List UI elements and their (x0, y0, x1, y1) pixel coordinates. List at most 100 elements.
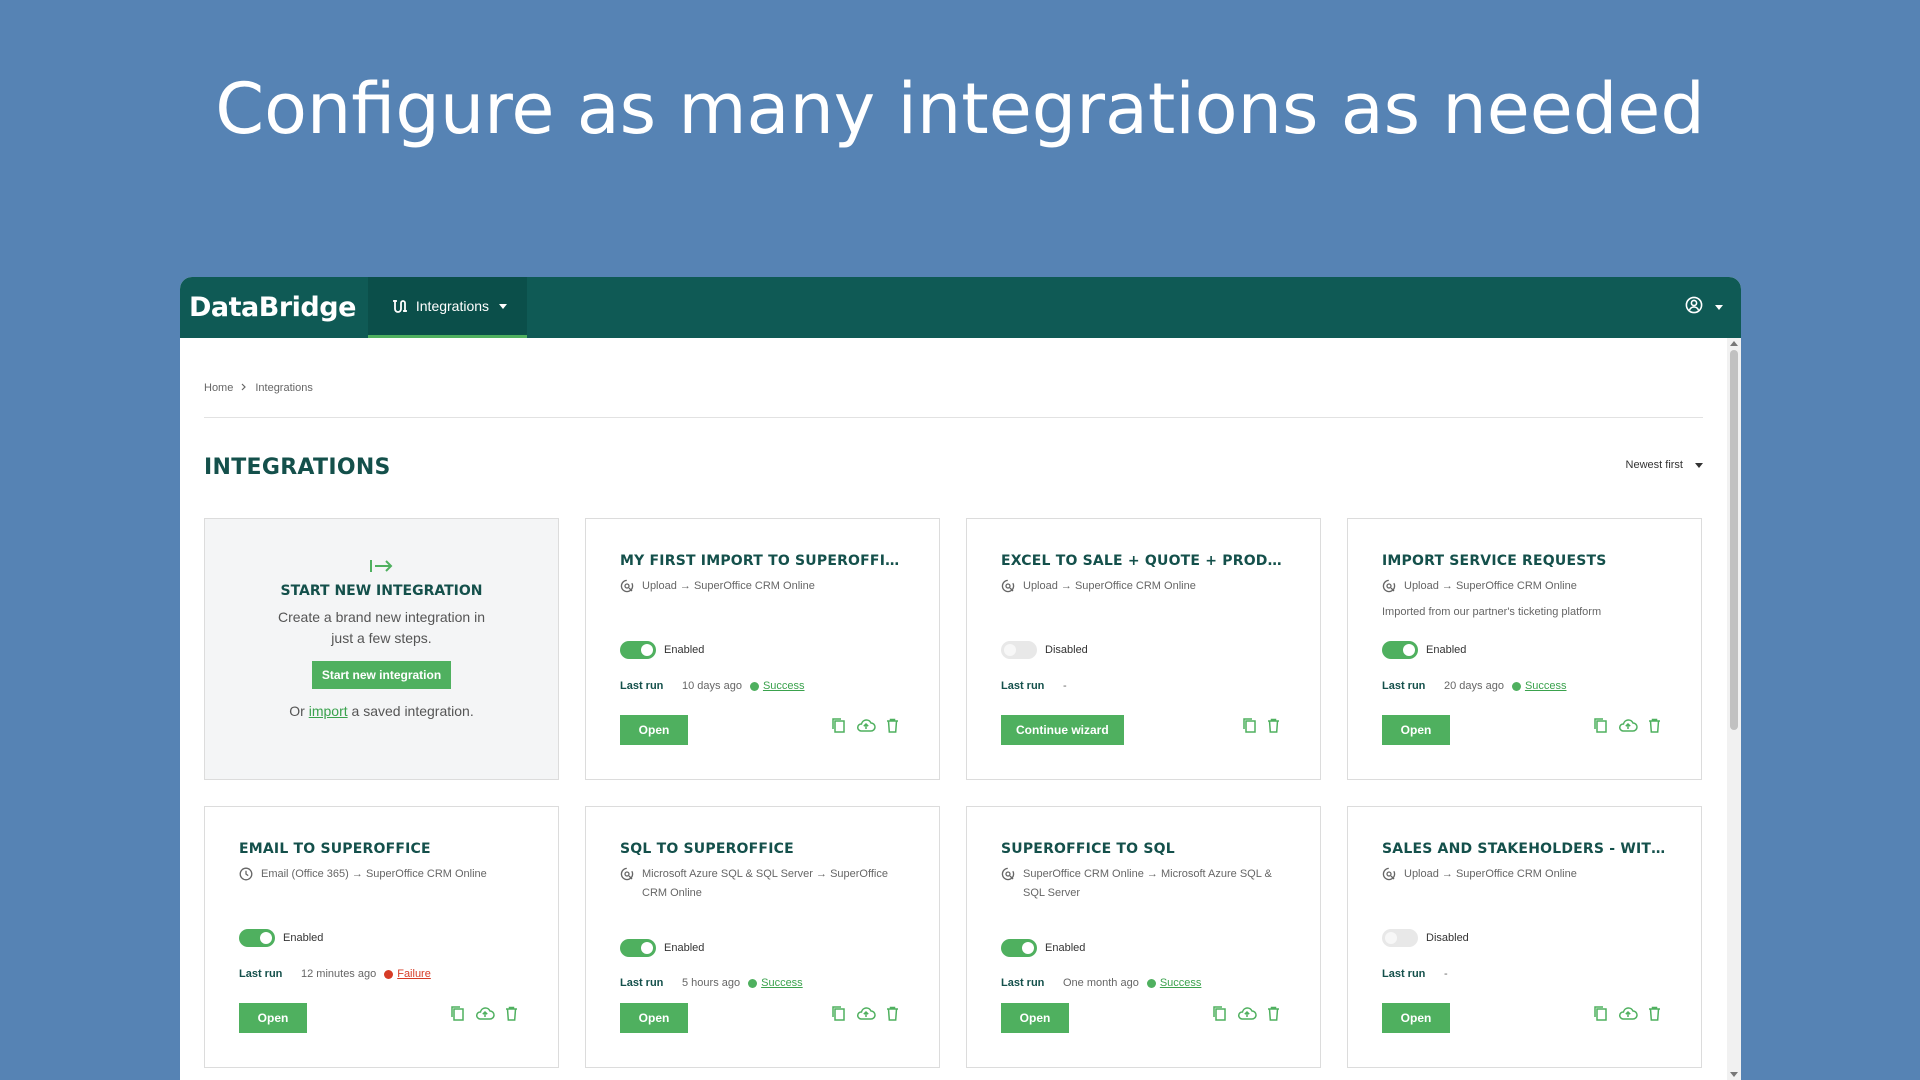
status-row: Disabled (1001, 641, 1088, 659)
last-run-time: 5 hours ago (682, 977, 741, 989)
last-run-label: Last run (1382, 680, 1426, 692)
cloud-upload-icon[interactable] (1618, 1006, 1638, 1026)
last-run-label: Last run (239, 968, 283, 980)
vertical-scrollbar[interactable] (1727, 338, 1741, 1080)
source-text: Upload → SuperOffice CRM Online (1023, 580, 1196, 592)
copy-icon[interactable] (831, 1005, 846, 1027)
integration-title[interactable]: SQL TO SUPEROFFICE (620, 841, 905, 857)
status-label: Disabled (1045, 644, 1088, 656)
last-run-result-link[interactable]: Success (763, 680, 805, 692)
import-link[interactable]: import (309, 703, 348, 719)
open-button[interactable]: Open (239, 1003, 307, 1033)
copy-icon[interactable] (1242, 717, 1257, 739)
status-dot (1146, 978, 1156, 988)
source-text: Email (Office 365) → SuperOffice CRM Onl… (261, 868, 487, 880)
trash-icon[interactable] (1267, 718, 1280, 738)
last-run-time: - (1444, 968, 1448, 980)
enabled-toggle[interactable] (1001, 641, 1037, 659)
trash-icon[interactable] (886, 718, 899, 738)
breadcrumb-home[interactable]: Home (204, 382, 233, 394)
integration-title[interactable]: EXCEL TO SALE + QUOTE + PRODUCT (1001, 553, 1286, 569)
status-row: Disabled (1382, 929, 1469, 947)
upload-icon (1001, 577, 1015, 600)
status-label: Enabled (283, 932, 324, 944)
last-run-result-link[interactable]: Success (761, 977, 803, 989)
copy-icon[interactable] (450, 1005, 465, 1027)
integration-title[interactable]: IMPORT SERVICE REQUESTS (1382, 553, 1667, 569)
status-dot (384, 969, 394, 979)
last-run-label: Last run (1382, 968, 1426, 980)
copy-icon[interactable] (831, 717, 846, 739)
status-dot (749, 681, 759, 691)
last-run-label: Last run (1001, 977, 1045, 989)
last-run-result-link[interactable]: Success (1525, 680, 1567, 692)
integration-title[interactable]: SUPEROFFICE TO SQL (1001, 841, 1286, 857)
integration-title[interactable]: SALES AND STAKEHOLDERS - WITH... (1382, 841, 1667, 857)
trash-icon[interactable] (1267, 1006, 1280, 1026)
open-button[interactable]: Open (620, 715, 688, 745)
enabled-toggle[interactable] (1382, 929, 1418, 947)
sort-selected-value: Newest first (1625, 459, 1683, 471)
last-run-label: Last run (1001, 680, 1045, 692)
last-run-result-link[interactable]: Success (1160, 977, 1202, 989)
source-text: Microsoft Azure SQL & SQL Server → Super… (642, 868, 888, 899)
status-dot (1511, 681, 1521, 691)
enabled-toggle[interactable] (620, 939, 656, 957)
open-button[interactable]: Open (620, 1003, 688, 1033)
copy-icon[interactable] (1593, 1005, 1608, 1027)
open-button[interactable]: Open (1382, 1003, 1450, 1033)
user-menu[interactable] (1685, 277, 1723, 338)
last-run-row: Last run - (1382, 968, 1456, 980)
copy-icon[interactable] (1593, 717, 1608, 739)
integration-title[interactable]: EMAIL TO SUPEROFFICE (239, 841, 524, 857)
upload-icon (1382, 577, 1396, 600)
open-button[interactable]: Open (1382, 715, 1450, 745)
sort-dropdown[interactable]: Newest first (1626, 459, 1703, 471)
caret-down-icon (1695, 462, 1703, 468)
source-text: Upload → SuperOffice CRM Online (1404, 868, 1577, 880)
status-label: Enabled (1426, 644, 1467, 656)
copy-icon[interactable] (1212, 1005, 1227, 1027)
status-row: Enabled (1382, 641, 1466, 659)
enabled-toggle[interactable] (620, 641, 656, 659)
integration-card: MY FIRST IMPORT TO SUPEROFFICE ... Upload… (585, 518, 940, 780)
cloud-upload-icon[interactable] (1237, 1006, 1257, 1026)
last-run-time: 10 days ago (682, 680, 742, 692)
status-row: Enabled (1001, 939, 1085, 957)
open-button[interactable]: Open (1001, 1003, 1069, 1033)
trash-icon[interactable] (505, 1006, 518, 1026)
start-new-integration-button[interactable]: Start new integration (311, 661, 452, 689)
card-actions (1593, 717, 1661, 739)
cloud-upload-icon[interactable] (475, 1006, 495, 1026)
integration-source: Email (Office 365) → SuperOffice CRM Onl… (239, 865, 524, 888)
last-run-row: Last run 10 days ago Success (620, 680, 805, 692)
trash-icon[interactable] (886, 1006, 899, 1026)
sync-icon (1001, 865, 1015, 888)
enabled-toggle[interactable] (1382, 641, 1418, 659)
last-run-time: 20 days ago (1444, 680, 1504, 692)
integration-title[interactable]: MY FIRST IMPORT TO SUPEROFFICE ... (620, 553, 905, 569)
status-row: Enabled (620, 939, 704, 957)
last-run-row: Last run 5 hours ago Success (620, 977, 803, 989)
cloud-upload-icon[interactable] (856, 1006, 876, 1026)
last-run-result-link[interactable]: Failure (397, 968, 431, 980)
enabled-toggle[interactable] (239, 929, 275, 947)
brand-logo[interactable]: DataBridge (180, 277, 366, 338)
cloud-upload-icon[interactable] (1618, 718, 1638, 738)
integration-card: EXCEL TO SALE + QUOTE + PRODUCT Upload → … (966, 518, 1321, 780)
integration-description: Imported from our partner's ticketing pl… (1382, 606, 1602, 618)
continue-wizard-button[interactable]: Continue wizard (1001, 715, 1124, 745)
cloud-upload-icon[interactable] (856, 718, 876, 738)
scroll-down-arrow[interactable] (1730, 1072, 1738, 1077)
trash-icon[interactable] (1648, 718, 1661, 738)
sync-icon (620, 865, 634, 888)
scroll-thumb[interactable] (1730, 350, 1738, 730)
card-actions (450, 1005, 518, 1027)
enabled-toggle[interactable] (1001, 939, 1037, 957)
integration-card: SALES AND STAKEHOLDERS - WITH... Upload →… (1347, 806, 1702, 1068)
trash-icon[interactable] (1648, 1006, 1661, 1026)
nav-tab-integrations[interactable]: Integrations (367, 277, 528, 338)
scroll-up-arrow[interactable] (1730, 341, 1738, 346)
status-row: Enabled (239, 929, 323, 947)
start-card-description: Create a brand new integration in just a… (277, 609, 486, 646)
